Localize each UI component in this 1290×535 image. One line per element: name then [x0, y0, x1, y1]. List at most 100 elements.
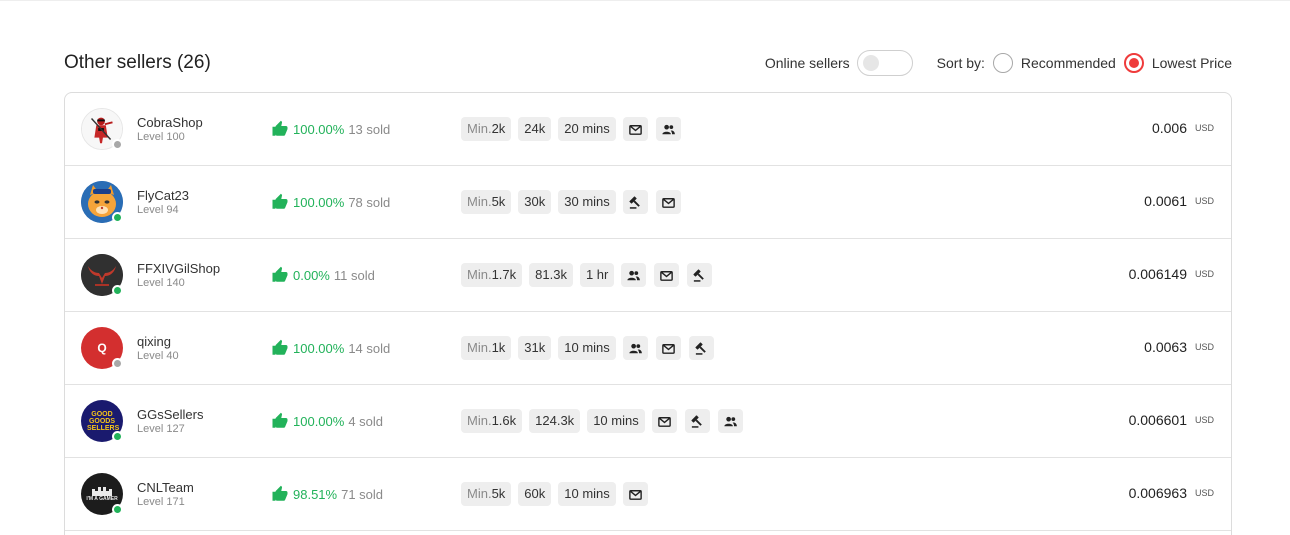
sort-lowest-price-radio[interactable] [1123, 53, 1144, 73]
auction-icon [687, 263, 713, 287]
stock-tag: 60k [518, 482, 552, 506]
seller-level: Level 40 [137, 350, 179, 362]
online-status-dot [112, 431, 123, 442]
seller-level: Level 171 [137, 496, 185, 508]
mail-icon [655, 190, 681, 214]
sold-count: 71 sold [341, 486, 384, 502]
offer-tags: Min.5k 60k 10 mins [461, 482, 656, 506]
avatar[interactable]: I'M A GAMER [81, 473, 123, 515]
sort-lowest-price-label[interactable]: Lowest Price [1152, 55, 1232, 71]
sort-by-label: Sort by: [936, 55, 985, 71]
thumbs-up-icon [272, 120, 288, 136]
avatar[interactable] [81, 254, 123, 296]
seller-name[interactable]: FlyCat23 [137, 188, 189, 203]
positive-rating: 100.00% [293, 340, 345, 356]
seller-name[interactable]: CobraShop [137, 115, 203, 130]
currency: USD [1194, 196, 1214, 206]
seller-rating: 100.00% 13 sold [271, 120, 390, 138]
seller-name[interactable]: CNLTeam [137, 480, 194, 495]
seller-row[interactable]: I'M A GAMER CNLTeam Level 171 98.51% 71 … [65, 458, 1231, 531]
min-quantity-tag: Min.2k [461, 117, 512, 141]
seller-rating: 100.00% 4 sold [271, 412, 383, 430]
castle-logo-icon [92, 487, 112, 496]
avatar[interactable]: GOOD GOODS SELLERS [81, 400, 123, 442]
sold-count: 11 sold [333, 267, 375, 283]
online-sellers-toggle[interactable] [856, 50, 913, 76]
auction-icon [688, 336, 714, 360]
delivery-time-tag: 10 mins [558, 482, 616, 506]
seller-level: Level 94 [137, 204, 179, 216]
offer-tags: Min.5k 30k 30 mins [461, 190, 689, 214]
thumbs-up-icon [272, 193, 288, 209]
positive-rating: 98.51% [293, 486, 338, 502]
group-icon [717, 409, 743, 433]
min-quantity-tag: Min.1k [461, 336, 512, 360]
seller-row[interactable]: FlyCat23 Level 94 100.00% 78 sold Min.5k… [65, 166, 1231, 239]
delivery-time-tag: 30 mins [558, 190, 616, 214]
sold-count: 4 sold [348, 413, 384, 429]
currency: USD [1194, 123, 1214, 133]
top-divider [0, 0, 1290, 1]
stock-tag: 124.3k [529, 409, 581, 433]
price: 0.006 [1151, 120, 1187, 136]
seller-row[interactable]: FFXIVGilShop Level 140 0.00% 11 sold Min… [65, 239, 1231, 312]
min-quantity-tag: Min.1.7k [461, 263, 523, 287]
mail-icon [651, 409, 677, 433]
currency: USD [1194, 342, 1214, 352]
mail-icon [622, 117, 648, 141]
seller-level: Level 127 [137, 423, 185, 435]
section-title: Other sellers (26) [64, 52, 211, 73]
seller-rating: 100.00% 78 sold [271, 193, 390, 211]
group-icon [622, 336, 648, 360]
seller-row[interactable]: GOOD GOODS SELLERS GGsSellers Level 127 … [65, 385, 1231, 458]
toggle-knob [862, 55, 879, 71]
avatar[interactable] [81, 108, 123, 150]
delivery-time-tag: 10 mins [587, 409, 645, 433]
currency: USD [1194, 488, 1214, 498]
online-status-dot [112, 212, 123, 223]
online-status-dot [112, 285, 123, 296]
seller-level: Level 140 [137, 277, 185, 289]
price: 0.0061 [1144, 193, 1187, 209]
avatar-logo-text: GOOD GOODS SELLERS [87, 410, 120, 432]
positive-rating: 100.00% [293, 413, 345, 429]
avatar-letter: Q [97, 341, 107, 355]
price: 0.006149 [1128, 266, 1187, 282]
thumbs-up-icon [272, 485, 288, 501]
thumbs-up-icon [272, 266, 288, 282]
price: 0.0063 [1144, 339, 1187, 355]
offline-status-dot [112, 139, 123, 150]
seller-name[interactable]: FFXIVGilShop [137, 261, 220, 276]
avatar[interactable] [81, 181, 123, 223]
avatar[interactable]: Q [81, 327, 123, 369]
sold-count: 78 sold [348, 194, 391, 210]
sold-count: 14 sold [348, 340, 391, 356]
offer-tags: Min.1.6k 124.3k 10 mins [461, 409, 751, 433]
sort-recommended-radio[interactable] [992, 53, 1013, 73]
sold-count: 13 sold [348, 121, 391, 137]
delivery-time-tag: 20 mins [558, 117, 616, 141]
currency: USD [1194, 269, 1214, 279]
avatar-logo-text: I'M A GAMER [86, 496, 118, 502]
other-sellers-header: Other sellers (26) Online sellers Sort b… [64, 44, 1232, 82]
stock-tag: 30k [518, 190, 552, 214]
mail-icon [655, 336, 681, 360]
stock-tag: 81.3k [529, 263, 573, 287]
mail-icon [654, 263, 680, 287]
offer-tags: Min.2k 24k 20 mins [461, 117, 689, 141]
seller-rating: 0.00% 11 sold [271, 266, 375, 284]
thumbs-up-icon [272, 339, 288, 355]
seller-name[interactable]: qixing [137, 334, 171, 349]
price: 0.006601 [1128, 412, 1187, 428]
seller-row[interactable]: CobraShop Level 100 100.00% 13 sold Min.… [65, 93, 1231, 166]
seller-name[interactable]: GGsSellers [137, 407, 203, 422]
positive-rating: 100.00% [293, 121, 345, 137]
positive-rating: 100.00% [293, 194, 345, 210]
delivery-time-tag: 1 hr [579, 263, 615, 287]
offer-tags: Min.1k 31k 10 mins [461, 336, 722, 360]
currency: USD [1194, 415, 1214, 425]
online-status-dot [112, 504, 123, 515]
min-quantity-tag: Min.1.6k [461, 409, 523, 433]
sort-recommended-label[interactable]: Recommended [1021, 55, 1116, 71]
seller-row[interactable]: Q qixing Level 40 100.00% 14 sold Min.1k… [65, 312, 1231, 385]
